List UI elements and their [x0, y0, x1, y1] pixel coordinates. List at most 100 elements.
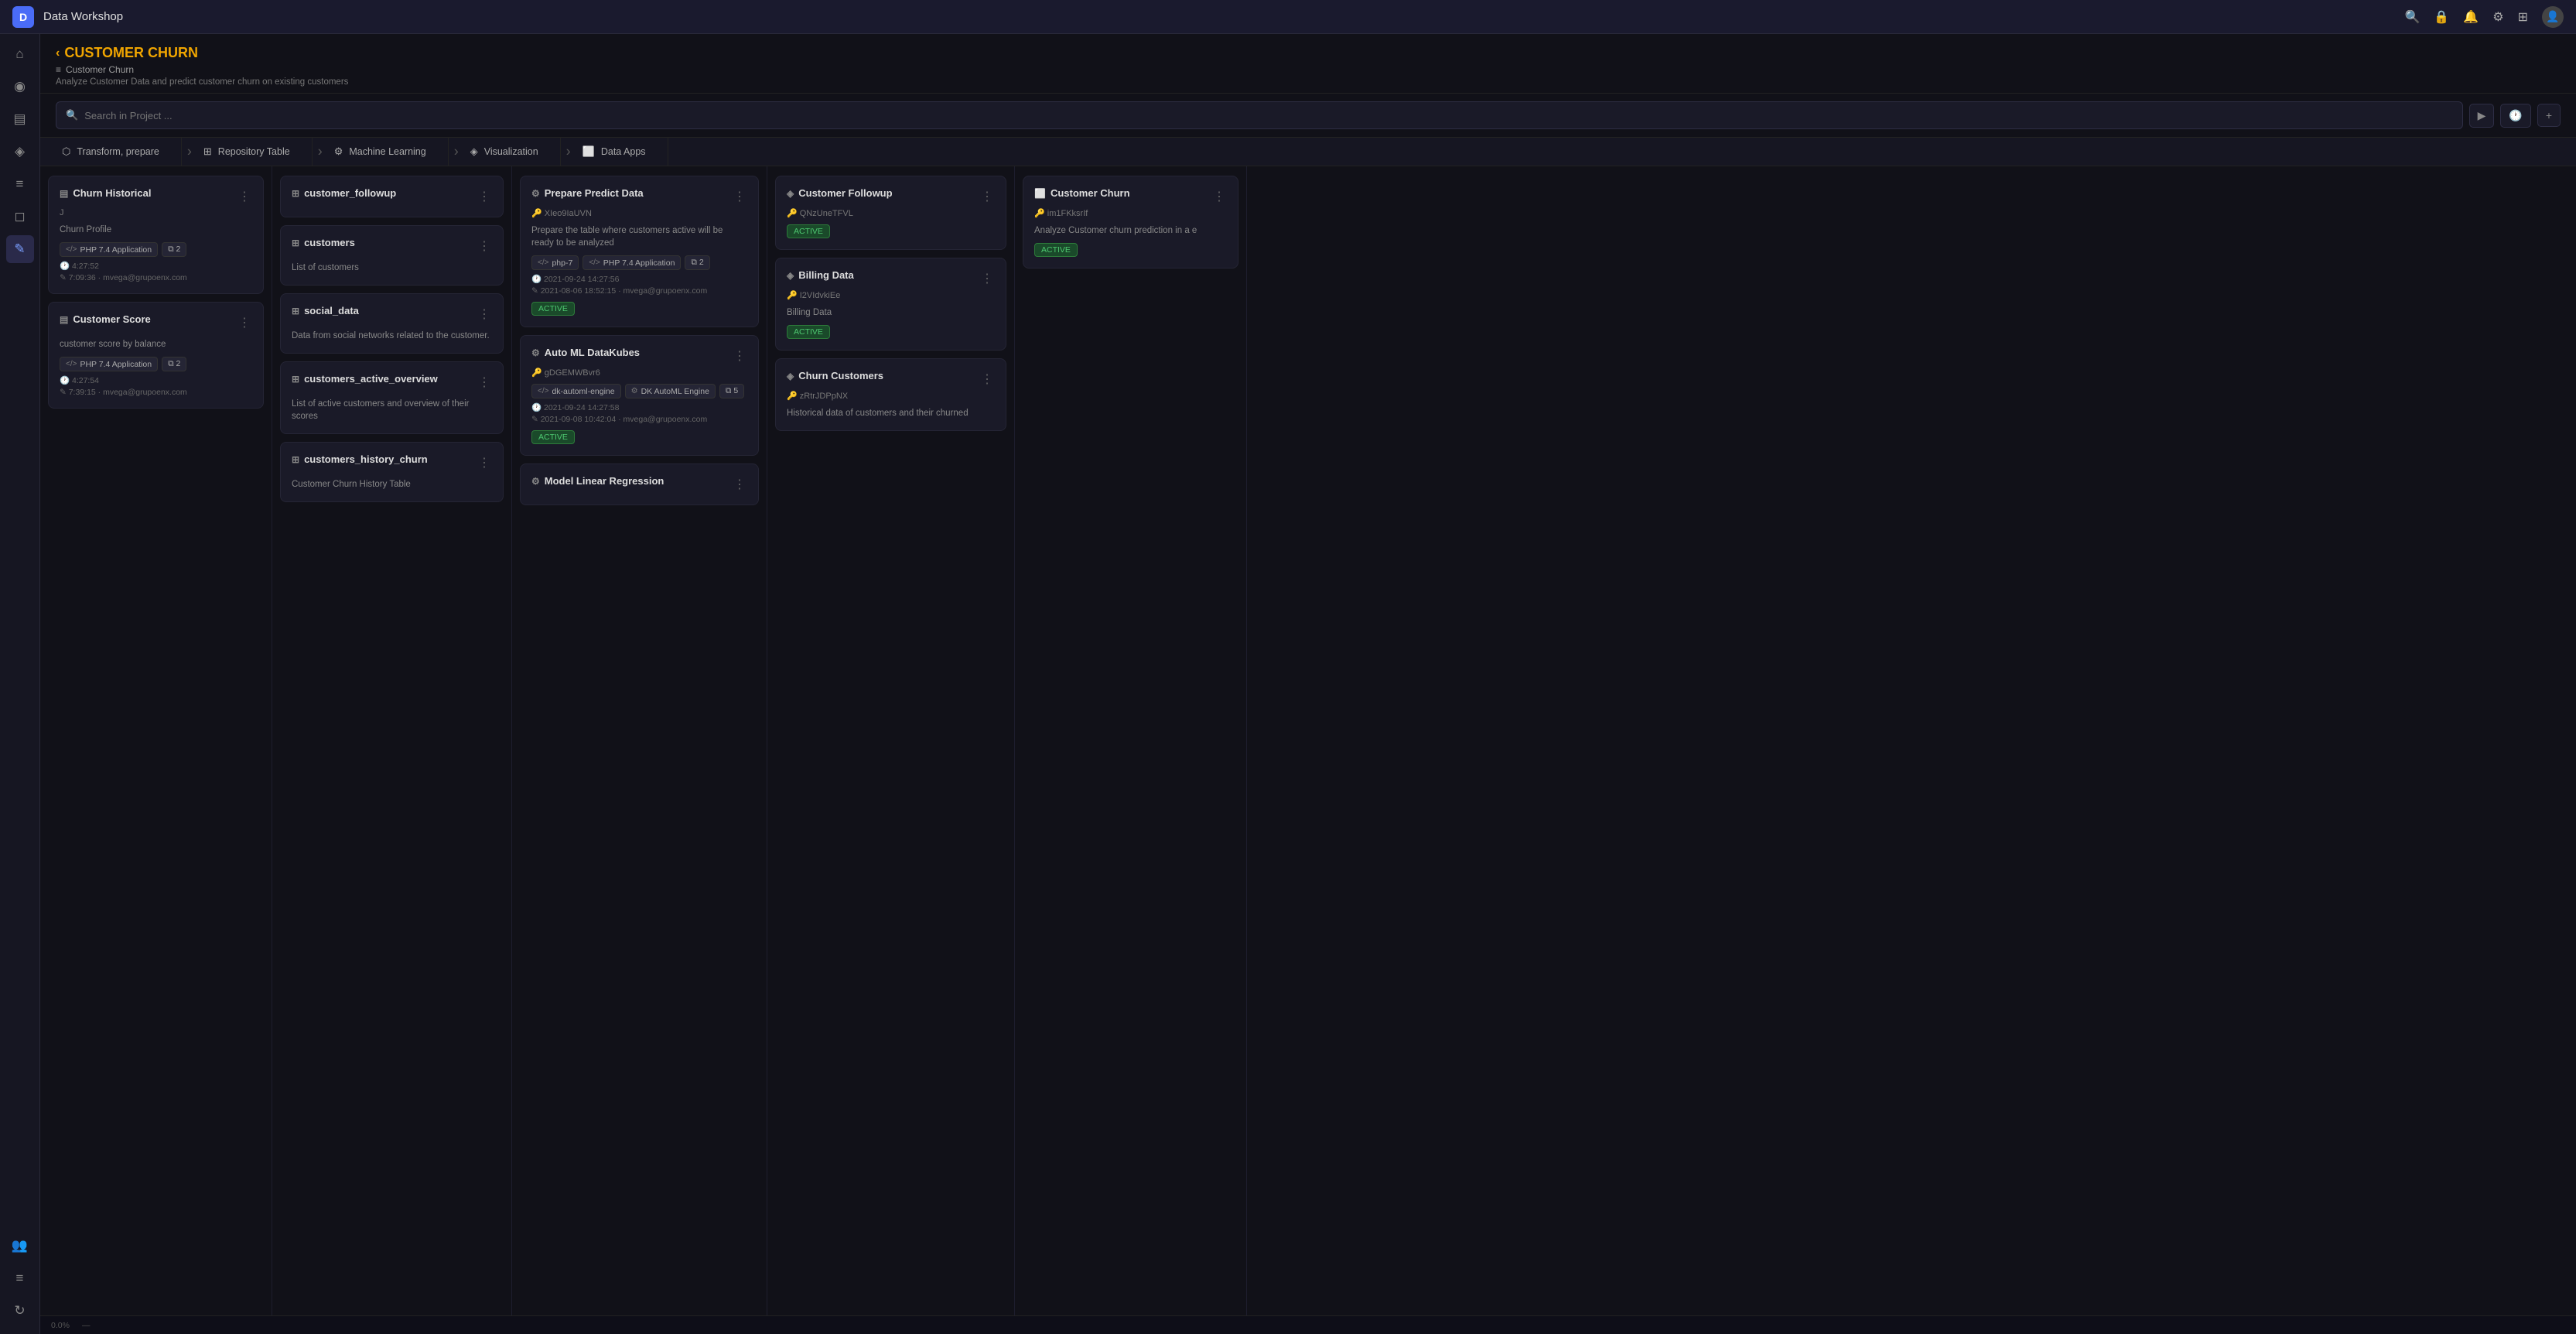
card-prepare-predict[interactable]: ⚙ Prepare Predict Data ⋮ 🔑 XIeo9IaUVN Pr…	[520, 176, 759, 327]
card-title-text: customers_active_overview	[304, 373, 438, 385]
card-customer-score[interactable]: ▤ Customer Score ⋮ customer score by bal…	[48, 302, 264, 409]
run-search-button[interactable]: ▶	[2469, 104, 2495, 128]
project-subtitle-label: Customer Churn	[66, 64, 134, 75]
card-menu-button[interactable]: ⋮	[1211, 187, 1227, 206]
card-id: 🔑 im1FKksrIf	[1034, 208, 1227, 218]
card-churn-customers[interactable]: ◈ Churn Customers ⋮ 🔑 zRtrJDPpNX Histori…	[775, 358, 1006, 431]
card-menu-button[interactable]: ⋮	[477, 187, 492, 206]
tab-repository[interactable]: ⊞ Repository Table ›	[182, 138, 313, 166]
sidebar-item-list[interactable]: ≡	[6, 170, 34, 198]
card-billing-data[interactable]: ◈ Billing Data ⋮ 🔑 I2VIdvkiEe Billing Da…	[775, 258, 1006, 351]
card-icon: ⊞	[292, 306, 299, 316]
card-customers-history-churn[interactable]: ⊞ customers_history_churn ⋮ Customer Chu…	[280, 442, 504, 502]
card-id: 🔑 gDGEMWBvr6	[531, 368, 747, 378]
card-menu-button[interactable]: ⋮	[732, 347, 747, 365]
card-subtitle: customer score by balance	[60, 338, 252, 351]
card-title-text: Customer Churn	[1051, 187, 1130, 199]
card-customers-active-overview[interactable]: ⊞ customers_active_overview ⋮ List of ac…	[280, 361, 504, 434]
card-auto-ml[interactable]: ⚙ Auto ML DataKubes ⋮ 🔑 gDGEMWBvr6 </>dk…	[520, 335, 759, 456]
search-input[interactable]	[84, 110, 2452, 121]
bell-icon[interactable]: 🔔	[2463, 9, 2479, 25]
tab-ml[interactable]: ⚙ Machine Learning ›	[313, 138, 449, 166]
column-ml: ⚙ Prepare Predict Data ⋮ 🔑 XIeo9IaUVN Pr…	[512, 166, 767, 1315]
card-id: 🔑 zRtrJDPpNX	[787, 391, 995, 401]
card-menu-button[interactable]: ⋮	[477, 453, 492, 472]
card-churn-historical[interactable]: ▤ Churn Historical ⋮ J Churn Profile </>…	[48, 176, 264, 294]
card-menu-button[interactable]: ⋮	[237, 187, 252, 206]
card-edit-time: ✎ 2021-08-06 18:52:15 · mvega@grupoenx.c…	[531, 286, 747, 296]
sidebar-item-users[interactable]: 👥	[6, 1232, 34, 1260]
project-header: ‹ CUSTOMER CHURN ≡ Customer Churn Analyz…	[40, 34, 2576, 94]
history-button[interactable]: 🕐	[2500, 104, 2530, 128]
card-menu-button[interactable]: ⋮	[477, 305, 492, 323]
tab-transform[interactable]: ⬡ Transform, prepare ›	[40, 138, 182, 166]
card-model-linear[interactable]: ⚙ Model Linear Regression ⋮	[520, 463, 759, 505]
card-id: 🔑 QNzUneTFVL	[787, 208, 995, 218]
card-desc: Data from social networks related to the…	[292, 330, 492, 342]
sidebar-item-storage[interactable]: ▤	[6, 105, 34, 133]
add-button[interactable]: +	[2537, 104, 2561, 127]
card-title-text: customers	[304, 237, 355, 248]
tab-apps[interactable]: ⬜ Data Apps	[561, 138, 668, 166]
app-logo: D	[12, 6, 34, 28]
card-timestamp: 🕐 2021-09-24 14:27:56	[531, 274, 747, 284]
sidebar-item-edit[interactable]: ✎	[6, 235, 34, 263]
transform-tab-icon: ⬡	[62, 145, 70, 158]
sidebar-item-pipeline[interactable]: ◈	[6, 138, 34, 166]
card-customer-followup[interactable]: ⊞ customer_followup ⋮	[280, 176, 504, 217]
sidebar-item-dashboard[interactable]: ◉	[6, 73, 34, 101]
tab-repository-label: Repository Table	[218, 146, 290, 157]
tag-count: ⧉ 2	[685, 255, 709, 270]
project-subtitle-icon: ≡	[56, 64, 61, 75]
card-tags: </>dk-automl-engine ⚙DK AutoML Engine ⧉ …	[531, 384, 747, 398]
card-menu-button[interactable]: ⋮	[732, 475, 747, 494]
card-menu-button[interactable]: ⋮	[477, 237, 492, 255]
search-bar-wrap: 🔍 ▶ 🕐 +	[40, 94, 2576, 138]
card-timestamp: 🕐 2021-09-24 14:27:58	[531, 402, 747, 412]
card-desc: Customer Churn History Table	[292, 478, 492, 491]
sidebar-item-home[interactable]: ⌂	[6, 40, 34, 68]
sidebar-item-menu[interactable]: ≡	[6, 1264, 34, 1292]
card-customer-followup-viz[interactable]: ◈ Customer Followup ⋮ 🔑 QNzUneTFVL ACTIV…	[775, 176, 1006, 250]
card-menu-button[interactable]: ⋮	[979, 187, 995, 206]
tag-icon: </>	[66, 360, 77, 368]
tag-count: ⧉ 5	[719, 384, 744, 398]
tag-icon: </>	[66, 245, 77, 254]
bottom-bar: 0.0% —	[40, 1315, 2576, 1334]
card-customers[interactable]: ⊞ customers ⋮ List of customers	[280, 225, 504, 286]
card-icon: ⊞	[292, 188, 299, 199]
card-timestamp: 🕐 4:27:52	[60, 261, 252, 271]
card-menu-button[interactable]: ⋮	[237, 313, 252, 332]
sidebar: ⌂ ◉ ▤ ◈ ≡ ◻ ✎ 👥 ≡ ↻	[0, 34, 40, 1334]
card-social-data[interactable]: ⊞ social_data ⋮ Data from social network…	[280, 293, 504, 354]
pipeline-tabs: ⬡ Transform, prepare › ⊞ Repository Tabl…	[40, 138, 2576, 166]
card-edit-time: ✎ 7:09:36 · mvega@grupoenx.com	[60, 273, 252, 282]
card-icon: ⚙	[531, 476, 540, 487]
lock-icon[interactable]: 🔒	[2434, 9, 2449, 25]
card-menu-button[interactable]: ⋮	[979, 269, 995, 288]
search-icon[interactable]: 🔍	[2404, 9, 2420, 25]
sidebar-item-refresh[interactable]: ↻	[6, 1297, 34, 1325]
grid-icon[interactable]: ⊞	[2518, 9, 2528, 25]
tag-icon: </>	[589, 258, 600, 267]
project-title: CUSTOMER CHURN	[64, 45, 198, 61]
tab-viz[interactable]: ◈ Visualization ›	[449, 138, 561, 166]
status-badge-active: ACTIVE	[787, 224, 830, 238]
card-menu-button[interactable]: ⋮	[477, 373, 492, 392]
card-desc: List of customers	[292, 262, 492, 274]
status-badge-active: ACTIVE	[531, 430, 575, 444]
card-title-text: Billing Data	[798, 269, 854, 281]
user-avatar[interactable]: 👤	[2542, 6, 2564, 28]
apps-tab-icon: ⬜	[583, 145, 595, 158]
progress-percent: 0.0%	[51, 1321, 70, 1330]
project-back-button[interactable]: ‹ CUSTOMER CHURN	[56, 45, 2561, 61]
settings-icon[interactable]: ⚙	[2492, 9, 2503, 25]
card-icon: ◈	[787, 188, 794, 199]
card-title-text: Auto ML DataKubes	[545, 347, 640, 358]
card-customer-churn-app[interactable]: ⬜ Customer Churn ⋮ 🔑 im1FKksrIf Analyze …	[1023, 176, 1238, 269]
viz-tab-icon: ◈	[470, 145, 478, 158]
card-menu-button[interactable]: ⋮	[732, 187, 747, 206]
sidebar-item-analytics[interactable]: ◻	[6, 203, 34, 231]
ml-tab-icon: ⚙	[334, 145, 343, 158]
card-menu-button[interactable]: ⋮	[979, 370, 995, 388]
